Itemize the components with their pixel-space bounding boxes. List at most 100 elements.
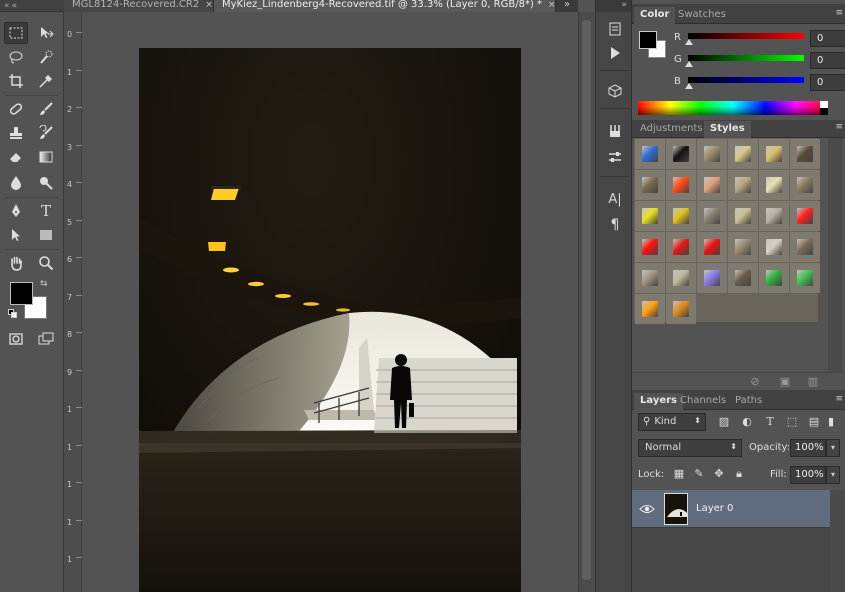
tab-paths[interactable]: Paths	[729, 393, 768, 410]
eraser-tool-icon[interactable]	[4, 146, 28, 168]
fill-dropdown-icon[interactable]: ▾	[826, 466, 840, 484]
style-swatch[interactable]	[635, 170, 665, 200]
style-swatch[interactable]	[790, 201, 820, 231]
fill-input[interactable]: 100%	[790, 466, 826, 484]
close-icon[interactable]: ×	[205, 0, 213, 10]
tab-adjustments[interactable]: Adjustments	[634, 121, 709, 138]
style-swatch[interactable]	[790, 263, 820, 293]
lock-transparent-pixels-icon[interactable]: ▦	[672, 467, 686, 483]
opacity-input[interactable]: 100%	[790, 439, 826, 457]
styles-scrollbar[interactable]	[828, 138, 842, 374]
default-colors-icon[interactable]	[8, 309, 18, 319]
adjustment-filter-icon[interactable]: ◐	[739, 413, 755, 431]
foreground-color-swatch[interactable]	[10, 282, 33, 305]
style-swatch[interactable]	[697, 139, 727, 169]
tools-panel-grip[interactable]: ««	[0, 0, 64, 12]
canvas-area[interactable]	[82, 12, 578, 592]
panel-menu-icon[interactable]: ≡	[835, 8, 843, 18]
style-swatch[interactable]	[728, 232, 758, 262]
green-value-input[interactable]: 0	[810, 52, 845, 69]
style-swatch[interactable]	[697, 232, 727, 262]
dock-collapse-icon[interactable]: »	[596, 0, 631, 12]
gradient-tool-icon[interactable]	[34, 146, 58, 168]
rectangular-marquee-tool-icon[interactable]	[4, 22, 28, 44]
hand-tool-icon[interactable]	[4, 252, 28, 274]
swap-colors-icon[interactable]: ⇆	[40, 279, 48, 289]
3d-icon[interactable]	[603, 80, 627, 102]
style-swatch[interactable]	[635, 139, 665, 169]
tab-styles[interactable]: Styles	[704, 121, 751, 138]
canvas-vertical-scrollbar[interactable]	[578, 12, 594, 592]
tab-channels[interactable]: Channels	[674, 393, 732, 410]
screen-mode-icon[interactable]	[34, 328, 58, 350]
red-slider-track[interactable]	[688, 33, 804, 39]
red-value-input[interactable]: 0	[810, 30, 845, 47]
style-swatch[interactable]	[666, 139, 696, 169]
style-swatch[interactable]	[635, 263, 665, 293]
style-swatch[interactable]	[759, 232, 789, 262]
tab-swatches[interactable]: Swatches	[672, 7, 732, 24]
black-white-ramp[interactable]	[820, 101, 828, 115]
document-tab-tif[interactable]: MyKiez_Lindenberg4-Recovered.tif @ 33.3%…	[214, 0, 556, 12]
color-spectrum-ramp[interactable]	[638, 101, 828, 115]
filter-kind-select[interactable]: ⚲ Kind ⬍	[638, 413, 706, 431]
blue-value-input[interactable]: 0	[810, 74, 845, 91]
clone-stamp-tool-icon[interactable]	[4, 122, 28, 144]
style-swatch[interactable]	[635, 294, 665, 324]
style-swatch[interactable]	[666, 201, 696, 231]
green-slider-track[interactable]	[688, 55, 804, 61]
style-swatch[interactable]	[759, 170, 789, 200]
quick-mask-icon[interactable]	[4, 328, 28, 350]
move-tool-icon[interactable]	[34, 22, 58, 44]
style-swatch[interactable]	[728, 170, 758, 200]
eyedropper-tool-icon[interactable]	[34, 70, 58, 92]
brush-presets-icon[interactable]	[603, 120, 627, 142]
panel-menu-icon[interactable]: ≡	[835, 122, 843, 132]
spot-healing-brush-icon[interactable]	[4, 98, 28, 120]
lock-image-pixels-icon[interactable]: ✎	[692, 467, 706, 483]
style-swatch[interactable]	[697, 263, 727, 293]
color-panel-foreground-swatch[interactable]	[639, 31, 657, 49]
style-swatch[interactable]	[697, 170, 727, 200]
pen-tool-icon[interactable]	[4, 200, 28, 222]
style-swatch[interactable]	[790, 170, 820, 200]
style-swatch[interactable]	[759, 201, 789, 231]
style-swatch[interactable]	[728, 139, 758, 169]
blue-slider-knob[interactable]	[685, 83, 693, 89]
character-icon[interactable]: A|	[603, 188, 627, 210]
style-swatch[interactable]	[790, 232, 820, 262]
filter-toggle-icon[interactable]: ▮	[826, 413, 836, 431]
document-image[interactable]	[139, 48, 521, 592]
zoom-tool-icon[interactable]	[34, 252, 58, 274]
style-swatch[interactable]	[790, 139, 820, 169]
style-swatch[interactable]	[635, 201, 665, 231]
new-style-icon[interactable]: ▣	[778, 375, 792, 389]
layer-name[interactable]: Layer 0	[696, 503, 733, 514]
blend-mode-select[interactable]: Normal ⬍	[638, 439, 742, 457]
history-brush-icon[interactable]	[34, 122, 58, 144]
blur-tool-icon[interactable]	[4, 172, 28, 194]
type-filter-icon[interactable]: T	[762, 413, 778, 431]
lock-position-icon[interactable]: ✥	[712, 467, 726, 483]
opacity-dropdown-icon[interactable]: ▾	[826, 439, 840, 457]
panel-menu-icon[interactable]: ≡	[835, 394, 843, 404]
history-icon[interactable]	[603, 18, 627, 40]
close-icon[interactable]: ×	[548, 0, 556, 10]
crop-tool-icon[interactable]	[4, 70, 28, 92]
style-swatch[interactable]	[759, 263, 789, 293]
shape-filter-icon[interactable]: ⬚	[784, 413, 800, 431]
type-tool-icon[interactable]: T	[34, 200, 58, 222]
green-slider-knob[interactable]	[685, 61, 693, 67]
paragraph-icon[interactable]: ¶	[603, 214, 627, 236]
quick-selection-tool-icon[interactable]	[34, 46, 58, 68]
tool-presets-icon[interactable]	[603, 146, 627, 168]
layer-thumbnail[interactable]	[664, 493, 688, 525]
brush-tool-icon[interactable]	[34, 98, 58, 120]
clear-style-icon[interactable]: ⊘	[748, 375, 762, 389]
tab-overflow-icon[interactable]: »	[564, 0, 570, 10]
dodge-tool-icon[interactable]	[34, 172, 58, 194]
style-swatch[interactable]	[697, 201, 727, 231]
document-tab-cr2[interactable]: MGL8124-Recovered.CR2 ×	[64, 0, 214, 12]
style-swatch[interactable]	[666, 294, 696, 324]
layers-scrollbar[interactable]	[830, 490, 845, 592]
